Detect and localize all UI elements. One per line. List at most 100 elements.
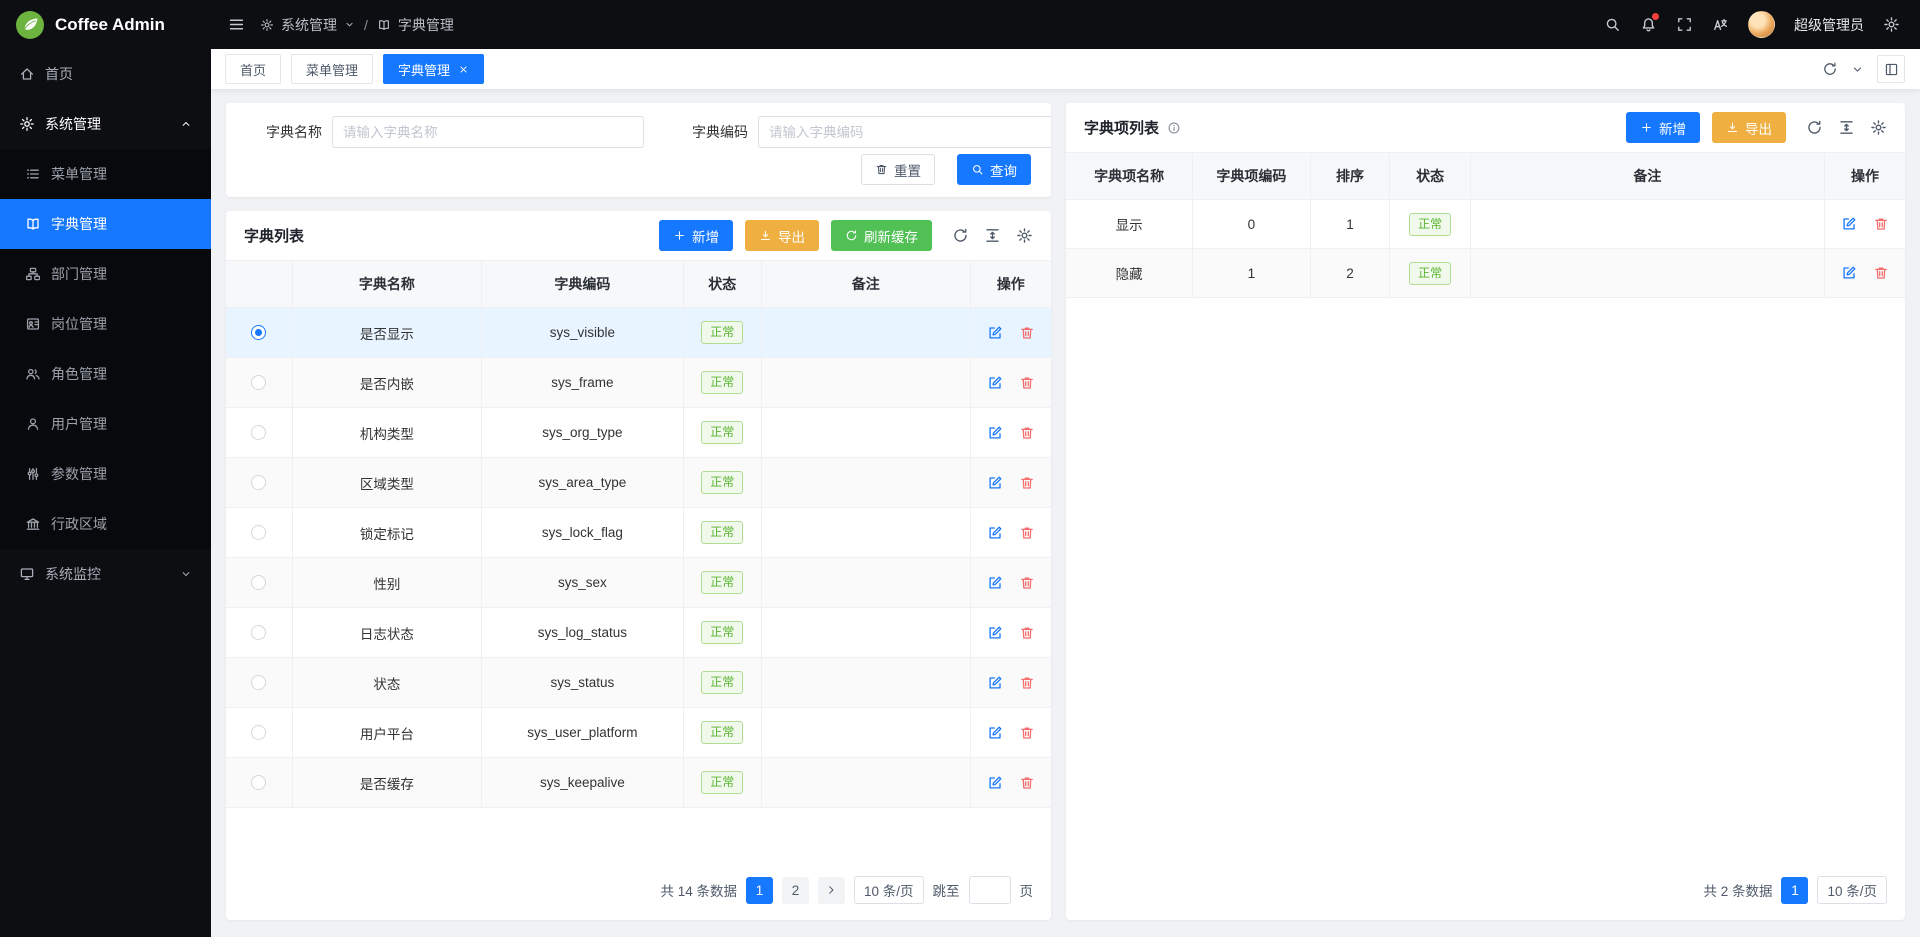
delete-icon[interactable] xyxy=(1019,775,1035,791)
sidebar-item-menu-management[interactable]: 菜单管理 xyxy=(0,149,211,199)
edit-icon[interactable] xyxy=(987,675,1003,691)
row-radio[interactable] xyxy=(251,725,266,740)
delete-icon[interactable] xyxy=(1019,425,1035,441)
add-dict-button[interactable]: 新增 xyxy=(659,220,733,251)
dict-items-title: 字典项列表 xyxy=(1084,117,1159,138)
refresh-icon[interactable] xyxy=(1806,119,1823,136)
row-radio[interactable] xyxy=(251,475,266,490)
density-icon[interactable] xyxy=(1838,119,1855,136)
sidebar-item-param-management[interactable]: 参数管理 xyxy=(0,449,211,499)
collapse-sidebar-icon[interactable] xyxy=(228,16,245,33)
row-radio[interactable] xyxy=(251,325,266,340)
user-name[interactable]: 超级管理员 xyxy=(1794,15,1864,35)
table-row[interactable]: 机构类型 sys_org_type 正常 xyxy=(226,408,1051,458)
refresh-icon[interactable] xyxy=(952,227,969,244)
sidebar-item-user-management[interactable]: 用户管理 xyxy=(0,399,211,449)
next-page-button[interactable] xyxy=(818,877,845,904)
delete-icon[interactable] xyxy=(1019,625,1035,641)
edit-icon[interactable] xyxy=(987,775,1003,791)
avatar[interactable] xyxy=(1748,11,1775,38)
page-button-1[interactable]: 1 xyxy=(1781,877,1808,904)
delete-icon[interactable] xyxy=(1019,375,1035,391)
fullscreen-icon[interactable] xyxy=(1676,16,1693,33)
edit-icon[interactable] xyxy=(987,575,1003,591)
row-radio[interactable] xyxy=(251,575,266,590)
column-settings-gear-icon[interactable] xyxy=(1870,119,1887,136)
table-row[interactable]: 是否显示 sys_visible 正常 xyxy=(226,308,1051,358)
delete-icon[interactable] xyxy=(1019,575,1035,591)
delete-icon[interactable] xyxy=(1019,525,1035,541)
edit-icon[interactable] xyxy=(987,475,1003,491)
table-row[interactable]: 用户平台 sys_user_platform 正常 xyxy=(226,708,1051,758)
row-radio[interactable] xyxy=(251,675,266,690)
table-row[interactable]: 隐藏 1 2 正常 xyxy=(1066,249,1905,298)
settings-gear-icon[interactable] xyxy=(1883,16,1900,33)
edit-icon[interactable] xyxy=(1841,265,1857,281)
query-button[interactable]: 查询 xyxy=(957,154,1031,185)
page-size-select[interactable]: 10 条/页 xyxy=(854,876,924,904)
export-dict-button[interactable]: 导出 xyxy=(745,220,819,251)
edit-icon[interactable] xyxy=(1841,216,1857,232)
edit-icon[interactable] xyxy=(987,375,1003,391)
dict-code-input[interactable] xyxy=(758,116,1051,148)
dict-code-cell: sys_sex xyxy=(482,558,683,608)
delete-icon[interactable] xyxy=(1873,265,1889,281)
edit-icon[interactable] xyxy=(987,725,1003,741)
delete-icon[interactable] xyxy=(1019,725,1035,741)
layout-icon[interactable] xyxy=(1877,55,1905,83)
delete-icon[interactable] xyxy=(1019,475,1035,491)
row-radio[interactable] xyxy=(251,375,266,390)
delete-icon[interactable] xyxy=(1019,325,1035,341)
sidebar-item-admin-region[interactable]: 行政区域 xyxy=(0,499,211,549)
page-button-2[interactable]: 2 xyxy=(782,877,809,904)
sidebar-item-dept-management[interactable]: 部门管理 xyxy=(0,249,211,299)
close-icon[interactable] xyxy=(458,64,469,75)
notification-bell-icon[interactable] xyxy=(1640,16,1657,33)
breadcrumb-level1[interactable]: 系统管理 xyxy=(281,15,337,35)
status-badge: 正常 xyxy=(701,771,743,794)
chevron-down-icon[interactable] xyxy=(1851,63,1864,76)
row-radio[interactable] xyxy=(251,775,266,790)
edit-icon[interactable] xyxy=(987,625,1003,641)
table-row[interactable]: 是否缓存 sys_keepalive 正常 xyxy=(226,758,1051,808)
reset-button[interactable]: 重置 xyxy=(861,154,935,185)
delete-icon[interactable] xyxy=(1019,675,1035,691)
delete-icon[interactable] xyxy=(1873,216,1889,232)
tab-menu-management[interactable]: 菜单管理 xyxy=(291,54,373,84)
sidebar-item-dict-management[interactable]: 字典管理 xyxy=(0,199,211,249)
add-dict-item-button[interactable]: 新增 xyxy=(1626,112,1700,143)
table-row[interactable]: 区域类型 sys_area_type 正常 xyxy=(226,458,1051,508)
refresh-cache-button[interactable]: 刷新缓存 xyxy=(831,220,932,251)
table-row[interactable]: 状态 sys_status 正常 xyxy=(226,658,1051,708)
edit-icon[interactable] xyxy=(987,325,1003,341)
edit-icon[interactable] xyxy=(987,425,1003,441)
edit-icon[interactable] xyxy=(987,525,1003,541)
table-row[interactable]: 锁定标记 sys_lock_flag 正常 xyxy=(226,508,1051,558)
translate-icon[interactable] xyxy=(1712,16,1729,33)
table-row[interactable]: 显示 0 1 正常 xyxy=(1066,200,1905,249)
table-row[interactable]: 是否内嵌 sys_frame 正常 xyxy=(226,358,1051,408)
table-row[interactable]: 性别 sys_sex 正常 xyxy=(226,558,1051,608)
row-radio[interactable] xyxy=(251,425,266,440)
export-dict-items-button[interactable]: 导出 xyxy=(1712,112,1786,143)
sidebar-item-system-monitor[interactable]: 系统监控 xyxy=(0,549,211,599)
row-radio[interactable] xyxy=(251,625,266,640)
column-settings-gear-icon[interactable] xyxy=(1016,227,1033,244)
page-size-select[interactable]: 10 条/页 xyxy=(1817,876,1887,904)
info-icon[interactable] xyxy=(1167,121,1181,135)
search-icon[interactable] xyxy=(1604,16,1621,33)
table-row[interactable]: 日志状态 sys_log_status 正常 xyxy=(226,608,1051,658)
tab-home[interactable]: 首页 xyxy=(225,54,281,84)
row-radio[interactable] xyxy=(251,525,266,540)
sidebar-item-system-management[interactable]: 系统管理 xyxy=(0,99,211,149)
page-jump-input[interactable] xyxy=(969,876,1011,904)
density-icon[interactable] xyxy=(984,227,1001,244)
sidebar-item-home[interactable]: 首页 xyxy=(0,49,211,99)
page-button-1[interactable]: 1 xyxy=(746,877,773,904)
gear-icon xyxy=(19,116,35,132)
sidebar-item-role-management[interactable]: 角色管理 xyxy=(0,349,211,399)
refresh-icon[interactable] xyxy=(1822,61,1838,77)
tab-dict-management[interactable]: 字典管理 xyxy=(383,54,484,84)
sidebar-item-post-management[interactable]: 岗位管理 xyxy=(0,299,211,349)
dict-name-input[interactable] xyxy=(332,116,644,148)
